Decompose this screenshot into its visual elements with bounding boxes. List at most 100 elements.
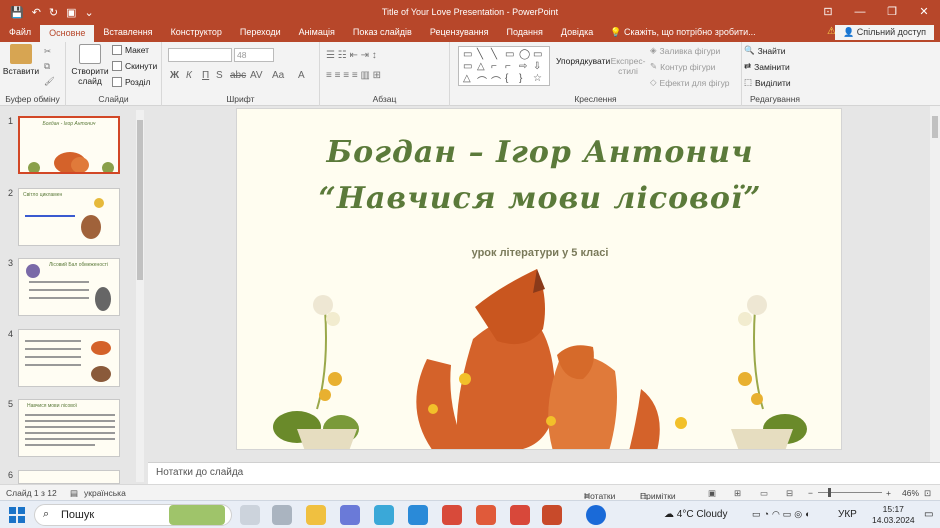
list-icons[interactable]: ☰ ☷ ⇤ ⇥ ↕ [326,50,377,61]
paste-button[interactable]: Вставити [2,44,40,76]
right-flower-pot [731,295,807,449]
bold-button[interactable]: Ж [170,70,179,81]
fit-slide-icon[interactable]: ⊡ [924,488,931,499]
file-explorer-icon[interactable] [306,505,326,525]
editor-scrollbar[interactable] [930,106,940,462]
layout-button[interactable]: Макет [112,45,149,55]
copy-icon[interactable]: ⧉ [44,61,50,72]
foxes-image [416,269,687,449]
zoom-slider-thumb[interactable] [828,488,831,497]
minimize-icon[interactable]: — [844,0,876,24]
zoom-in-icon[interactable]: + [886,488,891,498]
chrome-icon[interactable] [442,505,462,525]
redo-icon[interactable]: ↻ [49,6,58,19]
select-button[interactable]: ⬚ Виділити [744,77,791,88]
restore-icon[interactable]: ❐ [876,0,908,24]
clock[interactable]: 15:17 14.03.2024 [872,504,915,526]
weather-widget[interactable]: ☁ 4°C Cloudy [664,509,727,520]
shape-fill-button[interactable]: ◈ Заливка фігури [650,45,720,56]
thumbnail-scrollbar[interactable] [136,110,144,482]
thumbnail-image[interactable] [18,329,120,387]
more-icon[interactable]: ⌄ [85,6,94,19]
case-button[interactable]: Aa [272,70,284,81]
tab-animations[interactable]: Анімація [290,24,344,42]
shape-outline-button[interactable]: ✎ Контур фігури [650,61,715,72]
tab-file[interactable]: Файл [0,24,40,42]
tab-design[interactable]: Конструктор [162,24,231,42]
taskbar: ⌕ Пошук ☁ 4°C Cloudy ▭◔◠▭◎◐ УКР 15:17 14… [0,500,940,528]
edge-icon[interactable] [408,505,428,525]
tab-slideshow[interactable]: Показ слайдів [344,24,421,42]
cut-icon[interactable]: ✂ [44,46,51,57]
current-slide[interactable]: Богдан – Ігор Антонич “Навчися мови лісо… [236,108,842,450]
slides-label: Слайди [98,94,129,104]
reading-view-icon[interactable]: ▭ [760,488,768,499]
thumbnail-image[interactable]: Богдан - Ігор Антонич [18,116,120,174]
slideshow-view-icon[interactable]: ⊟ [786,488,793,499]
tab-help[interactable]: Довідка [552,24,602,42]
normal-view-icon[interactable]: ▣ [708,488,716,499]
save-icon[interactable]: 💾 [10,6,24,19]
sorter-view-icon[interactable]: ⊞ [734,488,741,499]
section-button[interactable]: Розділ [112,77,150,87]
language-switch[interactable]: УКР [838,509,857,520]
format-painter-icon[interactable]: 🖌 [44,76,55,87]
zoom-out-icon[interactable]: − [808,488,813,498]
help-icon[interactable] [586,505,606,525]
find-button[interactable]: 🔍 Знайти [744,45,786,56]
chrome-icon-2[interactable] [476,505,496,525]
tray-icons[interactable]: ▭◔◠▭◎◐ [752,509,814,520]
settings-icon[interactable] [272,505,292,525]
chrome-icon-3[interactable] [510,505,530,525]
thumbnail-image[interactable]: Лісовий Бал обмеженості [18,258,120,316]
tab-view[interactable]: Подання [498,24,552,42]
tab-home[interactable]: Основне [40,25,95,42]
notification-icon[interactable]: ▭ [924,509,933,520]
scroll-thumb[interactable] [137,120,143,280]
font-size-field[interactable]: 48 [234,48,274,62]
font-color-button[interactable]: A [298,70,305,81]
tab-review[interactable]: Рецензування [421,24,498,42]
app-icon-2[interactable] [374,505,394,525]
present-icon[interactable]: ▣ [66,6,76,19]
new-slide-button[interactable]: Створити слайд [68,44,112,86]
replace-button[interactable]: ⇄ Замінити [744,61,790,72]
strike-button[interactable]: abc [230,70,246,81]
close-icon[interactable]: ✕ [908,0,940,24]
text-thumb-image [25,414,115,446]
tell-me-input[interactable]: 💡 Скажіть, що потрібно зробити... [602,24,755,42]
spellcheck-icon[interactable]: ▤ [70,488,78,499]
scroll-thumb[interactable] [932,116,938,138]
align-icons[interactable]: ≡ ≡ ≡ ≡ ▥ ⊞ [326,70,381,81]
ribbon-options-icon[interactable]: ⊡ [812,0,844,24]
task-view-icon[interactable] [240,505,260,525]
spacing-button[interactable]: AV [250,70,263,81]
tab-transitions[interactable]: Переходи [231,24,290,42]
arrange-button[interactable]: Упорядкувати [556,56,610,66]
underline-button[interactable]: П [202,70,209,81]
font-name-field[interactable] [168,48,232,62]
animals-thumb-image [26,264,111,311]
shapes-gallery[interactable]: ▭ ╲ ╲ ▭ ◯ ▭ ▭ △ ⌐ ⌐ ⇨ ⇩ △ ⌒ ⌒{} ☆ [458,46,550,88]
reset-button[interactable]: Скинути [112,61,157,71]
share-button[interactable]: 👤 Спільний доступ [835,25,934,40]
thumbnail-image[interactable] [18,470,120,484]
quick-styles-button[interactable]: Експрес-стилі [608,56,648,76]
thumbnail-number: 2 [8,188,14,198]
tab-insert[interactable]: Вставлення [94,24,161,42]
windows-start-icon[interactable] [9,507,25,523]
shadow-button[interactable]: S [216,70,223,81]
notes-pane[interactable]: Нотатки до слайда [148,462,940,484]
thumbnail-image[interactable]: Світло цикламен [18,188,120,246]
powerpoint-icon[interactable] [542,505,562,525]
italic-button[interactable]: К [186,70,192,81]
thumbnail-image[interactable]: Навчися мови лісової [18,399,120,457]
taskbar-search[interactable]: ⌕ Пошук [34,504,232,526]
app-icon[interactable] [340,505,360,525]
undo-icon[interactable]: ↶ [32,6,41,19]
language-indicator[interactable]: українська [84,488,126,498]
window-title: Title of Your Love Presentation - PowerP… [381,7,559,17]
shape-effects-button[interactable]: ◇ Ефекти для фігур [650,77,730,88]
replace-icon: ⇄ [744,61,752,71]
zoom-level[interactable]: 46% [902,488,919,498]
